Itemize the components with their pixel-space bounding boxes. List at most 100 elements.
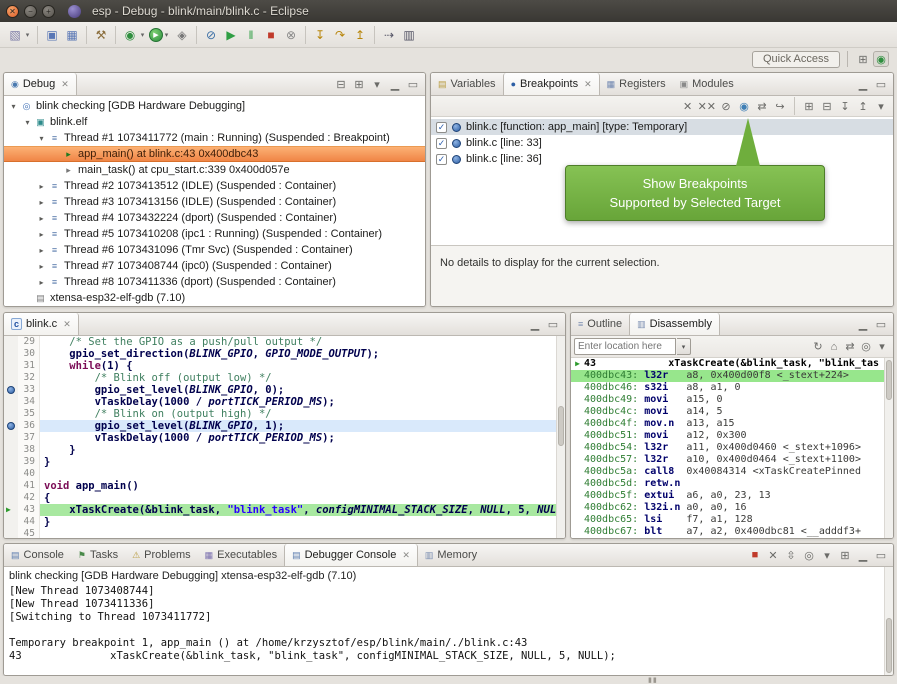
line-number[interactable]: 31 xyxy=(18,360,40,372)
line-number[interactable]: 42 xyxy=(18,492,40,504)
debug-tree-item[interactable]: ▾◎blink checking [GDB Hardware Debugging… xyxy=(4,98,425,114)
tab-variables[interactable]: ▤Variables xyxy=(431,73,503,95)
line-number[interactable]: 45 xyxy=(18,528,40,538)
expander-icon[interactable]: ▸ xyxy=(35,246,48,255)
memory-monitor-icon[interactable]: ▥ xyxy=(400,26,418,44)
breakpoint-item[interactable]: ✓blink.c [function: app_main] [type: Tem… xyxy=(431,119,893,135)
debug-tree-item[interactable]: ▤xtensa-esp32-elf-gdb (7.10) xyxy=(4,290,425,306)
editor-line[interactable]: 29 /* Set the GPIO as a push/pull output… xyxy=(4,336,565,348)
line-number[interactable]: 38 xyxy=(18,444,40,456)
skip-breakpoints-icon[interactable]: ⊘ xyxy=(202,26,220,44)
debug-tree-item[interactable]: ▾▣blink.elf xyxy=(4,114,425,130)
disasm-instruction-row[interactable]: 400dbc5d: retw.n xyxy=(571,478,893,490)
line-number[interactable]: 35 xyxy=(18,408,40,420)
close-button[interactable]: ✕ xyxy=(6,5,19,18)
disconnect-icon[interactable]: ⊗ xyxy=(282,26,300,44)
remove-launch-icon[interactable]: ✕ xyxy=(765,547,781,563)
open-perspective-icon[interactable]: ⊞ xyxy=(855,51,871,67)
annotation-ruler[interactable] xyxy=(4,432,18,444)
editor-line[interactable]: 39} xyxy=(4,456,565,468)
annotation-ruler[interactable] xyxy=(4,516,18,528)
line-number[interactable]: 39 xyxy=(18,456,40,468)
maximize-view-icon[interactable]: ▭ xyxy=(545,316,561,332)
terminate-icon[interactable]: ■ xyxy=(262,26,280,44)
breakpoint-item[interactable]: ✓blink.c [line: 33] xyxy=(431,135,893,151)
export-breakpoints-icon[interactable]: ↥ xyxy=(855,98,871,114)
scrollbar-thumb[interactable] xyxy=(886,360,892,400)
line-number[interactable]: 41 xyxy=(18,480,40,492)
line-number[interactable]: 30 xyxy=(18,348,40,360)
debug-tree-item[interactable]: ▸main_task() at cpu_start.c:339 0x400d05… xyxy=(4,162,425,178)
annotation-ruler[interactable] xyxy=(4,444,18,456)
minimize-button[interactable]: − xyxy=(24,5,37,18)
annotation-ruler[interactable] xyxy=(4,480,18,492)
minimize-view-icon[interactable]: ▁ xyxy=(855,547,871,563)
tab-debugger-console[interactable]: ▤Debugger Console✕ xyxy=(284,544,418,566)
close-tab-icon[interactable]: ✕ xyxy=(63,319,71,330)
close-tab-icon[interactable]: ✕ xyxy=(402,550,410,561)
editor-line[interactable]: ▶43 xTaskCreate(&blink_task, "blink_task… xyxy=(4,504,565,516)
maximize-view-icon[interactable]: ▭ xyxy=(873,76,889,92)
step-over-icon[interactable]: ↷ xyxy=(331,26,349,44)
editor-line[interactable]: 37 vTaskDelay(1000 / portTICK_PERIOD_MS)… xyxy=(4,432,565,444)
editor-line[interactable]: 38 } xyxy=(4,444,565,456)
link-with-debug-icon[interactable]: ⇄ xyxy=(842,339,858,355)
expand-all-icon[interactable]: ⊞ xyxy=(801,98,817,114)
pin-console-icon[interactable]: ◎ xyxy=(801,547,817,563)
line-number[interactable]: 40 xyxy=(18,468,40,480)
debug-dropdown-icon[interactable]: ▾ xyxy=(138,26,147,44)
scrollbar-thumb[interactable] xyxy=(558,406,564,446)
tab-outline[interactable]: ≡Outline xyxy=(571,313,629,335)
annotation-ruler[interactable] xyxy=(4,348,18,360)
annotation-ruler[interactable] xyxy=(4,372,18,384)
editor-line[interactable]: 34 vTaskDelay(1000 / portTICK_PERIOD_MS)… xyxy=(4,396,565,408)
disassembly-rows[interactable]: ▶43 xTaskCreate(&blink_task, "blink_tas4… xyxy=(571,358,893,538)
tab-debug[interactable]: ◉Debug✕ xyxy=(4,73,77,95)
resume-icon[interactable]: ▶ xyxy=(222,26,240,44)
build-icon[interactable]: ⚒ xyxy=(92,26,110,44)
external-tools-icon[interactable]: ◈ xyxy=(173,26,191,44)
close-tab-icon[interactable]: ✕ xyxy=(584,79,592,90)
save-all-icon[interactable]: ▦ xyxy=(63,26,81,44)
annotation-ruler[interactable] xyxy=(4,420,18,432)
maximize-view-icon[interactable]: ▭ xyxy=(405,76,421,92)
debug-tree-item[interactable]: ▸≡Thread #8 1073411336 (dport) (Suspende… xyxy=(4,274,425,290)
step-into-icon[interactable]: ↧ xyxy=(311,26,329,44)
disasm-instruction-row[interactable]: 400dbc65: lsi f7, a1, 128 xyxy=(571,514,893,526)
minimize-view-icon[interactable]: ▁ xyxy=(855,316,871,332)
collapse-all-icon[interactable]: ⊟ xyxy=(333,76,349,92)
annotation-ruler[interactable]: ▶ xyxy=(4,504,18,516)
close-tab-icon[interactable]: ✕ xyxy=(61,79,69,90)
line-number[interactable]: 33 xyxy=(18,384,40,396)
annotation-ruler[interactable] xyxy=(4,492,18,504)
annotation-ruler[interactable] xyxy=(4,468,18,480)
scroll-lock-icon[interactable]: ⇳ xyxy=(783,547,799,563)
annotation-ruler[interactable] xyxy=(4,360,18,372)
minimize-view-icon[interactable]: ▁ xyxy=(387,76,403,92)
tab-breakpoints[interactable]: ●Breakpoints✕ xyxy=(503,73,600,95)
tab-console[interactable]: ▤Console xyxy=(4,544,71,566)
debug-tree-item[interactable]: ▸≡Thread #7 1073408744 (ipc0) (Suspended… xyxy=(4,258,425,274)
location-input[interactable] xyxy=(574,338,676,355)
expander-icon[interactable]: ▾ xyxy=(7,102,20,111)
view-menu-icon[interactable]: ▾ xyxy=(873,98,889,114)
line-number[interactable]: 29 xyxy=(18,336,40,348)
breakpoint-checkbox[interactable]: ✓ xyxy=(436,138,447,149)
tab-registers[interactable]: ▦Registers xyxy=(600,73,673,95)
disasm-instruction-row[interactable]: 400dbc46: s32i a8, a1, 0 xyxy=(571,382,893,394)
maximize-view-icon[interactable]: ▭ xyxy=(873,316,889,332)
expander-icon[interactable]: ▸ xyxy=(35,262,48,271)
tab-disassembly[interactable]: ▥Disassembly xyxy=(629,313,720,335)
link-with-debug-icon[interactable]: ⇄ xyxy=(754,98,770,114)
remove-all-breakpoints-icon[interactable]: ✕✕ xyxy=(698,98,716,114)
tab-executables[interactable]: ▦Executables xyxy=(198,544,284,566)
display-console-icon[interactable]: ▾ xyxy=(819,547,835,563)
home-icon[interactable]: ⌂ xyxy=(826,339,842,355)
skip-all-breakpoints-icon[interactable]: ⊘ xyxy=(718,98,734,114)
quick-access-button[interactable]: Quick Access xyxy=(752,51,840,68)
debug-tree-item[interactable]: ▸≡Thread #3 1073413156 (IDLE) (Suspended… xyxy=(4,194,425,210)
view-layout-icon[interactable]: ⊞ xyxy=(351,76,367,92)
editor-lines[interactable]: 29 /* Set the GPIO as a push/pull output… xyxy=(4,336,565,538)
line-number[interactable]: 34 xyxy=(18,396,40,408)
disasm-instruction-row[interactable]: 400dbc57: l32r a10, 0x400d0464 <_stext+1… xyxy=(571,454,893,466)
